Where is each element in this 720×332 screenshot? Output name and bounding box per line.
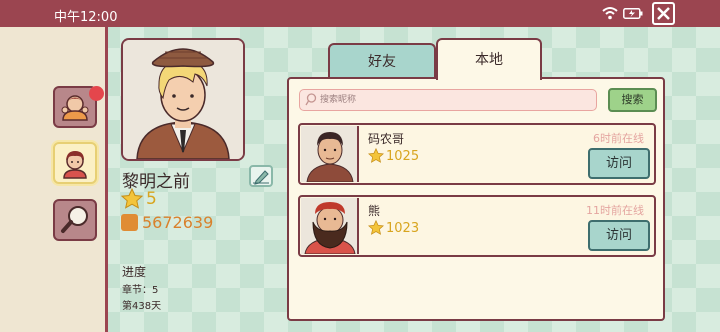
wifi-icon [602,7,618,20]
search-input[interactable] [320,92,590,108]
friend-online-status: 11时前在线 [586,204,644,217]
friend-avatar-image [301,198,357,254]
friend-online-status: 6时前在线 [593,132,644,145]
friend-name: 码农哥 [368,132,405,146]
person-notification-icon [61,95,89,121]
search-box [299,89,597,111]
profile-portrait [121,38,245,161]
close-button[interactable] [652,2,675,25]
progress-chapter: 章节：5 [122,285,159,296]
friend-card: 熊 1023 11时前在线 访问 [298,195,656,257]
friend-avatar [301,126,359,182]
level-value: 5 [146,189,157,209]
coin-icon [121,214,138,231]
star-icon [368,148,384,163]
magnifier-icon [61,206,88,233]
friend-avatar-image [301,126,357,182]
friend-score: 1023 [386,221,420,236]
tab-friends[interactable]: 好友 [328,43,436,79]
status-bar: 中午12:00 [0,0,720,27]
star-icon [121,188,143,209]
status-time: 中午12:00 [54,10,118,25]
nav-button-profile[interactable] [53,142,97,184]
friend-avatar [301,198,359,254]
friend-name: 熊 [368,204,381,218]
avatar-face-icon [63,151,87,179]
friend-score: 1025 [386,149,420,164]
close-icon [657,7,670,20]
search-button[interactable]: 搜索 [608,88,657,112]
search-icon [305,93,317,106]
edit-pencil-icon [253,170,269,185]
tab-local[interactable]: 本地 [436,38,542,80]
progress-title: 进度 [122,265,147,279]
notification-badge [89,86,104,101]
edit-name-button[interactable] [249,165,273,187]
friends-panel: 搜索 码农哥 1025 6时前在线 访问 [287,77,665,321]
nav-button-search[interactable] [53,199,97,241]
progress-day: 第438天 [122,301,162,312]
friend-card: 码农哥 1025 6时前在线 访问 [298,123,656,185]
detective-avatar-image [123,40,243,159]
visit-button[interactable]: 访问 [588,220,650,251]
battery-icon [623,8,643,19]
coin-value: 5672639 [142,213,214,232]
star-icon [368,220,384,235]
visit-button[interactable]: 访问 [588,148,650,179]
